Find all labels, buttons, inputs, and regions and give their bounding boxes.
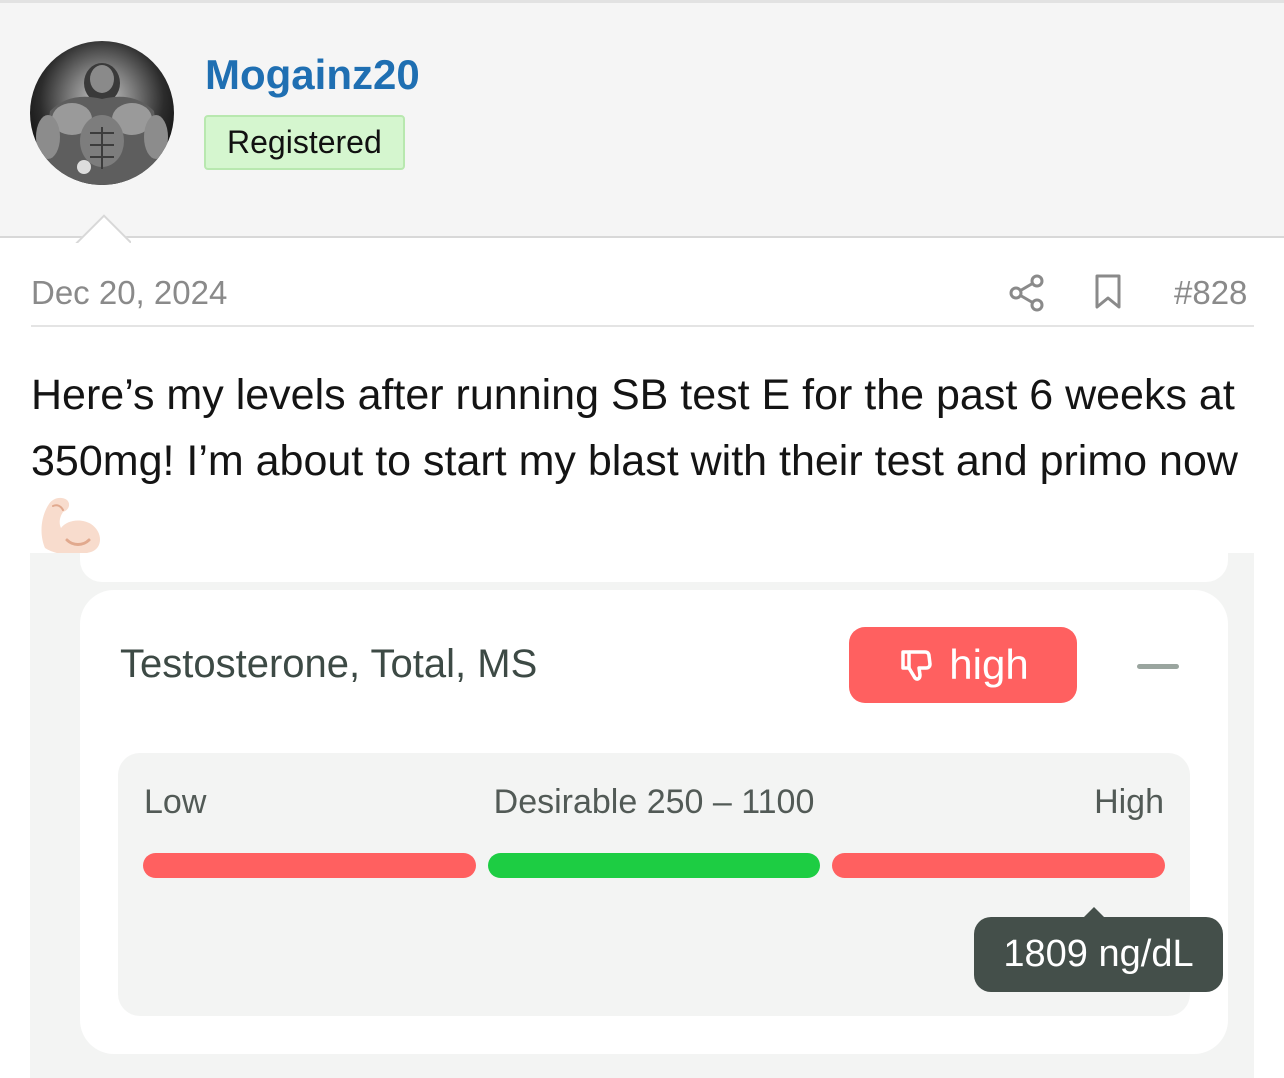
post-body-text: Here’s my levels after running SB test E… — [31, 371, 1238, 485]
username-link[interactable]: Mogainz20 — [205, 51, 420, 99]
post-body: Here’s my levels after running SB test E… — [31, 362, 1266, 561]
collapse-icon[interactable] — [1137, 664, 1179, 669]
post-meta-divider — [31, 325, 1254, 327]
status-badge: high — [849, 627, 1077, 703]
post-user-header: Mogainz20 Registered — [0, 0, 1284, 238]
range-bar-low — [143, 853, 476, 878]
flexed-biceps-icon — [41, 497, 100, 555]
user-avatar[interactable] — [30, 41, 174, 185]
bookmark-icon[interactable] — [1094, 274, 1122, 310]
range-desirable-label: Desirable 250 – 1100 — [493, 783, 815, 821]
previous-result-card — [80, 553, 1228, 582]
user-role-badge: Registered — [204, 115, 405, 170]
reference-range-panel: Low Desirable 250 – 1100 High 1809 ng/dL — [118, 753, 1223, 1016]
test-name: Testosterone, Total, MS — [120, 642, 538, 686]
thumbs-down-icon — [901, 650, 933, 681]
post-date[interactable]: Dec 20, 2024 — [31, 274, 227, 312]
avatar-photo — [36, 63, 168, 185]
share-icon[interactable] — [1008, 273, 1046, 313]
lab-result-image[interactable]: Testosterone, Total, MS high Low Desirab… — [30, 553, 1254, 1078]
status-label: high — [949, 641, 1029, 688]
range-bar-high — [832, 853, 1165, 878]
range-high-label: High — [1094, 783, 1164, 821]
result-value: 1809 ng/dL — [1003, 933, 1194, 975]
header-pointer-arrow — [75, 213, 131, 243]
result-value-tooltip: 1809 ng/dL — [974, 907, 1223, 992]
range-bar-desirable — [488, 853, 820, 878]
post-number-link[interactable]: #828 — [1174, 274, 1247, 312]
lab-result-card: Testosterone, Total, MS high Low Desirab… — [80, 590, 1228, 1054]
